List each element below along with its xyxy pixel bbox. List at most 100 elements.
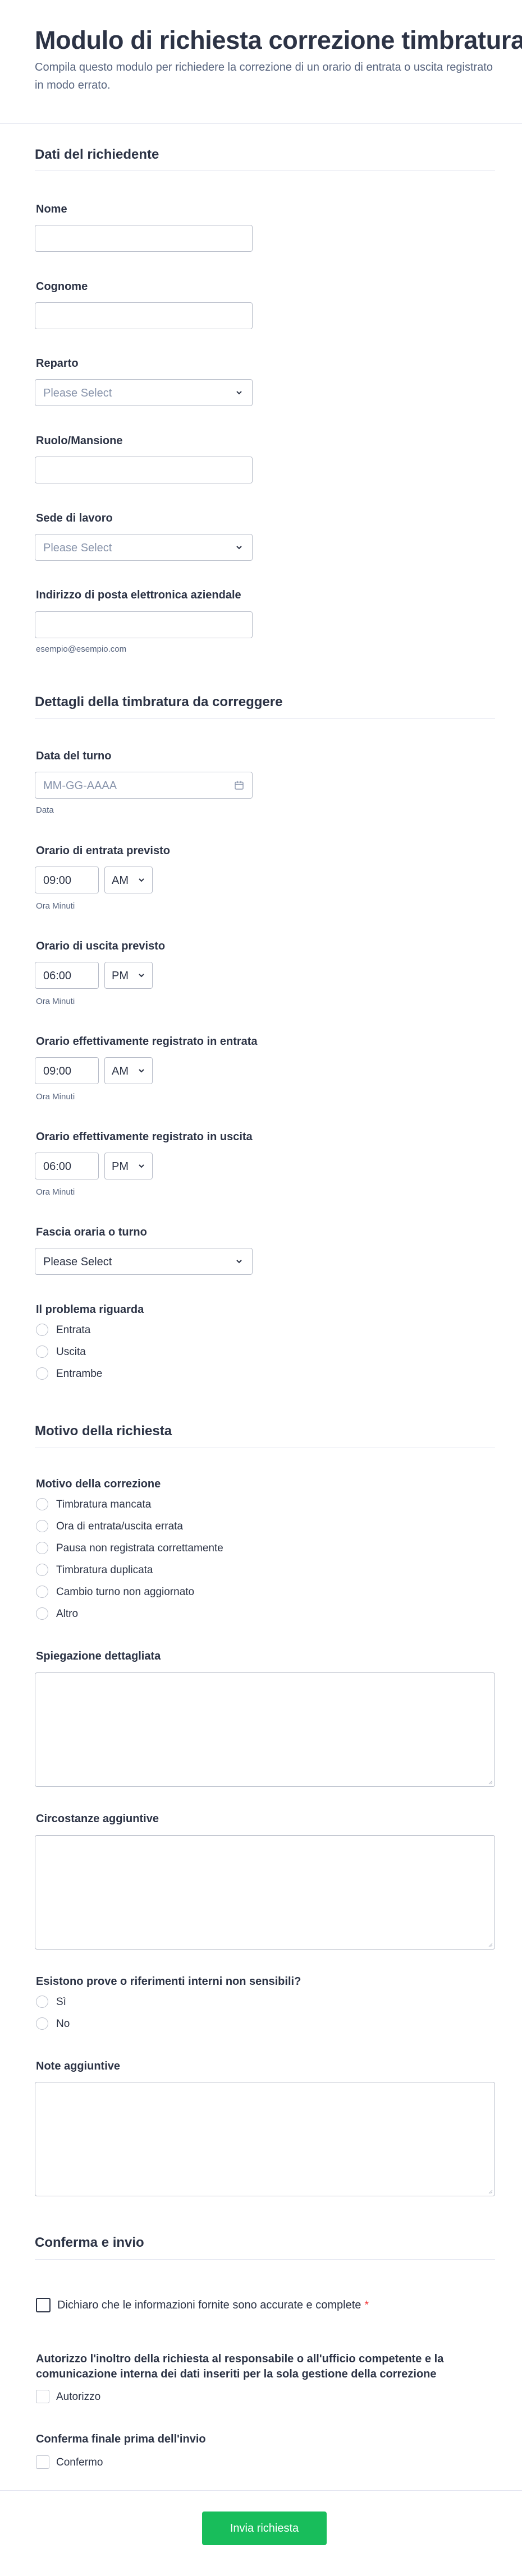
time-value: 06:00 bbox=[43, 970, 72, 982]
chevron-down-icon bbox=[236, 1260, 242, 1264]
resize-grip-icon[interactable] bbox=[487, 1942, 493, 1947]
email-label: Indirizzo di posta elettronica aziendale bbox=[36, 589, 241, 601]
entrata-prevista-ampm[interactable]: AM bbox=[104, 867, 153, 893]
problema-label: Il problema riguarda bbox=[36, 1303, 144, 1316]
autorizzo-checkbox[interactable] bbox=[36, 2390, 49, 2403]
time-value: 06:00 bbox=[43, 1160, 72, 1173]
data-turno-input[interactable]: MM-GG-AAAA bbox=[35, 772, 253, 799]
uscita-prevista-label: Orario di uscita previsto bbox=[36, 940, 166, 952]
sede-select-value: Please Select bbox=[43, 542, 112, 554]
submit-button[interactable]: Invia richiesta bbox=[202, 2512, 327, 2545]
section-title-richiedente: Dati del richiedente bbox=[35, 147, 159, 162]
email-input[interactable] bbox=[35, 611, 253, 638]
time-value: 09:00 bbox=[43, 874, 72, 887]
dichiaro-label: Dichiaro che le informazioni fornite son… bbox=[57, 2299, 361, 2311]
radio-button[interactable] bbox=[36, 1564, 48, 1576]
uscita-effettiva-ampm[interactable]: PM bbox=[104, 1153, 153, 1179]
section-divider bbox=[35, 170, 495, 171]
uscita-prevista-ampm[interactable]: PM bbox=[104, 962, 153, 989]
form-title: Modulo di richiesta correzione timbratur… bbox=[35, 26, 522, 54]
ampm-value: AM bbox=[112, 1065, 129, 1077]
autorizzo-label: Autorizzo l'inoltro della richiesta al r… bbox=[36, 2353, 444, 2380]
fascia-select[interactable]: Please Select bbox=[35, 1248, 253, 1275]
section-divider bbox=[35, 2259, 495, 2260]
chevron-down-icon bbox=[139, 974, 144, 978]
radio-button[interactable] bbox=[36, 2017, 48, 2030]
radio-button[interactable] bbox=[36, 1367, 48, 1380]
option-label: Sì bbox=[56, 1996, 66, 2008]
cognome-input[interactable] bbox=[35, 302, 253, 329]
cognome-label: Cognome bbox=[36, 280, 88, 293]
radio-button[interactable] bbox=[36, 1607, 48, 1620]
radio-button[interactable] bbox=[36, 1586, 48, 1598]
conferma-checkbox[interactable] bbox=[36, 2455, 49, 2469]
option-label: Entrambe bbox=[56, 1368, 103, 1380]
calendar-icon[interactable] bbox=[234, 780, 244, 790]
ampm-value: PM bbox=[112, 1160, 129, 1173]
entrata-effettiva-label: Orario effettivamente registrato in entr… bbox=[36, 1035, 258, 1048]
data-turno-placeholder: MM-GG-AAAA bbox=[43, 780, 117, 792]
uscita-prevista-time[interactable]: 06:00 bbox=[35, 962, 99, 989]
footer-divider bbox=[0, 2490, 522, 2491]
reparto-select[interactable]: Please Select bbox=[35, 379, 253, 406]
radio-button[interactable] bbox=[36, 1345, 48, 1358]
entrata-prevista-sublabel: Ora Minuti bbox=[36, 901, 75, 911]
uscita-effettiva-sublabel: Ora Minuti bbox=[36, 1187, 75, 1197]
spiegazione-label: Spiegazione dettagliata bbox=[36, 1650, 161, 1662]
dichiaro-text: Dichiaro che le informazioni fornite son… bbox=[57, 2299, 369, 2312]
form-header: Modulo di richiesta correzione timbratur… bbox=[0, 0, 522, 124]
resize-grip-icon[interactable] bbox=[487, 1779, 493, 1785]
entrata-prevista-label: Orario di entrata previsto bbox=[36, 845, 170, 857]
time-value: 09:00 bbox=[43, 1065, 72, 1077]
option-label: No bbox=[56, 2018, 70, 2030]
chevron-down-icon bbox=[139, 1069, 144, 1073]
sede-select[interactable]: Please Select bbox=[35, 534, 253, 561]
spiegazione-textarea[interactable] bbox=[35, 1672, 495, 1787]
option-label: Ora di entrata/uscita errata bbox=[56, 1520, 183, 1532]
form-page: Modulo di richiesta correzione timbratur… bbox=[0, 0, 522, 2576]
option-label: Entrata bbox=[56, 1324, 91, 1336]
chevron-down-icon bbox=[236, 546, 242, 550]
radio-button[interactable] bbox=[36, 1498, 48, 1510]
uscita-effettiva-time[interactable]: 06:00 bbox=[35, 1153, 99, 1179]
section-title-conferma: Conferma e invio bbox=[35, 2235, 144, 2250]
resize-grip-icon[interactable] bbox=[487, 2188, 493, 2194]
sede-label: Sede di lavoro bbox=[36, 512, 113, 524]
data-turno-label: Data del turno bbox=[36, 750, 112, 762]
option-label: Timbratura mancata bbox=[56, 1499, 152, 1510]
chevron-down-icon bbox=[139, 878, 144, 882]
radio-button[interactable] bbox=[36, 1520, 48, 1532]
ruolo-input[interactable] bbox=[35, 457, 253, 483]
circostanze-textarea[interactable] bbox=[35, 1835, 495, 1950]
entrata-effettiva-ampm[interactable]: AM bbox=[104, 1057, 153, 1084]
option-label: Pausa non registrata correttamente bbox=[56, 1542, 223, 1554]
fascia-select-value: Please Select bbox=[43, 1256, 112, 1268]
entrata-effettiva-sublabel: Ora Minuti bbox=[36, 1092, 75, 1102]
section-divider bbox=[35, 718, 495, 719]
form-subtitle: Compila questo modulo per richiedere la … bbox=[35, 61, 493, 91]
nome-input[interactable] bbox=[35, 225, 253, 252]
option-label: Uscita bbox=[56, 1346, 86, 1358]
radio-button[interactable] bbox=[36, 1542, 48, 1554]
conferma-finale-label: Conferma finale prima dell'invio bbox=[36, 2433, 206, 2445]
prove-label: Esistono prove o riferimenti interni non… bbox=[36, 1975, 301, 1988]
note-label: Note aggiuntive bbox=[36, 2060, 121, 2072]
section-title-motivo: Motivo della richiesta bbox=[35, 1423, 172, 1439]
option-label: Altro bbox=[56, 1608, 79, 1620]
uscita-effettiva-label: Orario effettivamente registrato in usci… bbox=[36, 1131, 253, 1143]
motivo-label: Motivo della correzione bbox=[36, 1478, 161, 1490]
radio-button[interactable] bbox=[36, 1324, 48, 1336]
option-label: Cambio turno non aggiornato bbox=[56, 1586, 195, 1598]
data-turno-sublabel: Data bbox=[36, 805, 54, 815]
option-label: Autorizzo bbox=[56, 2391, 101, 2403]
note-textarea[interactable] bbox=[35, 2082, 495, 2196]
chevron-down-icon bbox=[139, 1164, 144, 1168]
entrata-prevista-time[interactable]: 09:00 bbox=[35, 867, 99, 893]
circostanze-label: Circostanze aggiuntive bbox=[36, 1813, 159, 1825]
dichiaro-checkbox[interactable] bbox=[36, 2298, 51, 2312]
entrata-effettiva-time[interactable]: 09:00 bbox=[35, 1057, 99, 1084]
email-sublabel: esempio@esempio.com bbox=[36, 644, 127, 654]
radio-button[interactable] bbox=[36, 1996, 48, 2008]
option-label: Timbratura duplicata bbox=[56, 1564, 153, 1576]
reparto-select-value: Please Select bbox=[43, 387, 112, 399]
